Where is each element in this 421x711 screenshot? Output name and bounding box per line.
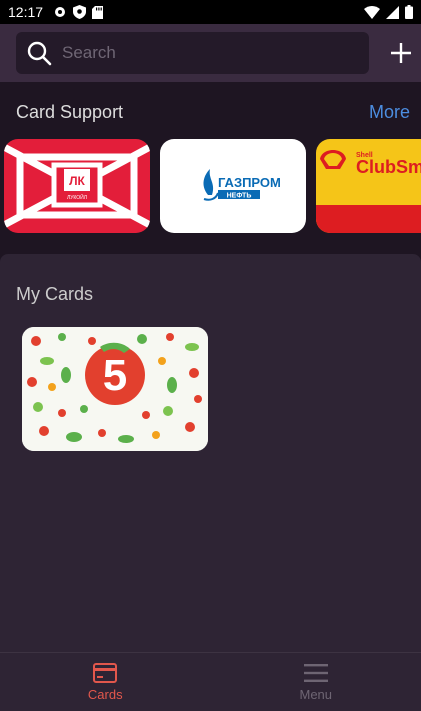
- top-bar: [0, 24, 421, 82]
- search-input[interactable]: [62, 43, 342, 63]
- add-card-button[interactable]: [386, 38, 416, 68]
- signal-icon: [386, 5, 399, 19]
- nav-cards[interactable]: Cards: [0, 653, 211, 711]
- card-support-section: Card Support More ЛК ЛУКОЙЛ ГАЗПРОМ НЕФТ…: [0, 82, 421, 252]
- my-cards-section: My Cards 5: [0, 254, 421, 652]
- support-card-lukoil[interactable]: ЛК ЛУКОЙЛ: [4, 139, 150, 233]
- status-bar: 12:17: [0, 0, 421, 24]
- wifi-icon: [364, 5, 380, 19]
- more-link[interactable]: More: [369, 102, 410, 123]
- shell-logo: Shell ClubSm: [316, 150, 421, 233]
- support-card-carousel[interactable]: ЛК ЛУКОЙЛ ГАЗПРОМ НЕФТЬ Shell ClubSm: [0, 139, 421, 233]
- my-cards-title: My Cards: [16, 284, 94, 304]
- search-bar[interactable]: [16, 32, 369, 74]
- gazprom-logo: ГАЗПРОМ НЕФТЬ: [203, 169, 281, 201]
- settings-icon: [55, 7, 66, 17]
- sd-card-icon: [92, 5, 104, 19]
- shield-icon: [73, 5, 87, 19]
- svg-text:ЛУКОЙЛ: ЛУКОЙЛ: [67, 193, 87, 201]
- svg-text:ЛК: ЛК: [69, 174, 85, 188]
- card-icon: [93, 662, 118, 683]
- lukoil-logo: ЛК ЛУКОЙЛ: [4, 143, 150, 229]
- battery-icon: [405, 5, 413, 19]
- search-icon: [27, 41, 52, 66]
- svg-text:ГАЗПРОМ: ГАЗПРОМ: [218, 175, 281, 190]
- menu-icon: [303, 663, 328, 682]
- pyaterochka-card-art: 5: [22, 327, 208, 451]
- bottom-nav: Cards Menu: [0, 652, 421, 711]
- card-support-title: Card Support: [16, 102, 124, 122]
- status-time: 12:17: [8, 4, 44, 20]
- nav-cards-label: Cards: [87, 686, 123, 702]
- svg-text:НЕФТЬ: НЕФТЬ: [227, 193, 252, 200]
- plus-icon: [391, 43, 411, 63]
- svg-text:5: 5: [103, 351, 127, 400]
- nav-menu-label: Menu: [299, 686, 333, 702]
- my-card-pyaterochka[interactable]: 5: [22, 327, 208, 451]
- svg-text:ClubSm: ClubSm: [356, 157, 421, 177]
- support-card-shell[interactable]: Shell ClubSm: [316, 139, 421, 233]
- nav-menu[interactable]: Menu: [211, 653, 421, 711]
- support-card-gazprom[interactable]: ГАЗПРОМ НЕФТЬ: [160, 139, 306, 233]
